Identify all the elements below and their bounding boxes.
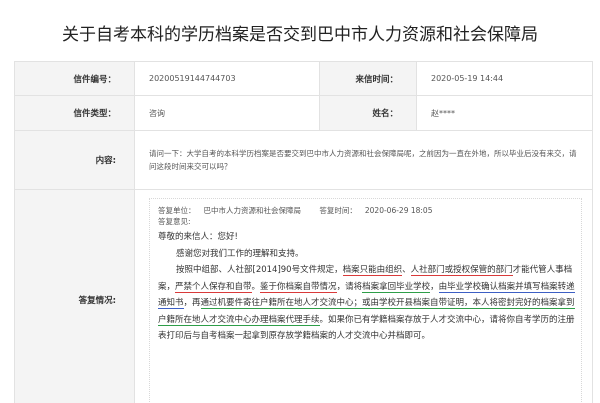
letter-content-cell: 请问一下：大学自考的本科学历档案是否要交到巴中市人力资源和社会保障局呢，之前因为…	[134, 130, 593, 190]
table-row: 答复情况: 答复单位： 巴中市人力资源和社会保障局 答复时间： 2020-06-29…	[14, 189, 593, 403]
reply-time-label: 答复时间：	[319, 206, 357, 215]
letter-info-table: 信件编号： 20200519144744703 来信时间： 2020-05-19…	[14, 61, 593, 403]
reply-time-value: 2020-06-29 18:05	[364, 206, 433, 215]
reply-opinion-label: 答复意见:	[158, 217, 191, 226]
reply-highlight: 档案拿回毕业学校	[362, 281, 431, 293]
reply-thanks: 感谢您对我们工作的理解和支持。	[176, 248, 304, 259]
reply-highlight: 通过机要件寄往户籍所在地人才交流中心	[200, 298, 354, 309]
reply-unit: 答复单位： 巴中市人力资源和社会保障局	[158, 206, 309, 215]
letter-date-label: 来信时间：	[319, 61, 417, 96]
reply-highlight: 人社部门或授权保管的部门	[410, 265, 513, 276]
reply-box: 答复单位： 巴中市人力资源和社会保障局 答复时间： 2020-06-29 18:05…	[149, 198, 582, 403]
reply-text: 。	[251, 281, 261, 292]
table-row: 信件类型： 咨询 姓名： 赵****	[14, 95, 593, 131]
reply-main-paragraph: 按照中组部、人社部[2014]90号文件规定，档案只能由组织、人社部门或授权保管…	[158, 262, 575, 345]
letter-name-label: 姓名：	[319, 95, 417, 131]
reply-unit-value: 巴中市人力资源和社会保障局	[203, 206, 302, 215]
letter-number-value: 20200519144744703	[134, 61, 320, 96]
letter-detail-page: 关于自考本科的学历档案是否交到巴中市人力资源和社会保障局 信件编号： 20200…	[0, 0, 600, 403]
reply-text: ，请将	[336, 281, 363, 292]
reply-meta: 答复单位： 巴中市人力资源和社会保障局 答复时间： 2020-06-29 18:05	[158, 205, 575, 216]
letter-name-value: 赵****	[416, 95, 593, 131]
reply-text: 按照中组部、人社部[2014]90号文件规定，	[176, 265, 343, 275]
table-row: 信件编号： 20200519144744703 来信时间： 2020-05-19…	[14, 61, 593, 96]
table-row: 内容: 请问一下：大学自考的本科学历档案是否要交到巴中市人力资源和社会保障局呢，…	[14, 130, 593, 190]
reply-label: 答复情况:	[14, 189, 135, 403]
reply-text: ，	[430, 281, 439, 292]
letter-type-label: 信件类型：	[14, 95, 135, 131]
reply-highlight: 严禁个人保存和自带	[175, 281, 252, 293]
reply-unit-label: 答复单位：	[158, 206, 196, 215]
letter-type-value: 咨询	[134, 95, 320, 131]
reply-time: 答复时间： 2020-06-29 18:05	[319, 206, 440, 215]
reply-greeting: 尊敬的来信人：您好!	[158, 232, 238, 242]
reply-text: 、	[402, 265, 411, 275]
reply-highlight: 鉴于你档案自带情况	[260, 281, 337, 293]
reply-highlight: 档案只能由组织	[342, 265, 403, 276]
reply-cell: 答复单位： 巴中市人力资源和社会保障局 答复时间： 2020-06-29 18:05…	[134, 189, 593, 403]
letter-content-label: 内容:	[14, 130, 135, 190]
letter-date-value: 2020-05-19 14:44	[416, 61, 593, 96]
letter-number-label: 信件编号：	[14, 61, 135, 96]
page-title: 关于自考本科的学历档案是否交到巴中市人力资源和社会保障局	[62, 25, 538, 45]
reply-text: ，再	[183, 298, 201, 308]
letter-content-text: 请问一下：大学自考的本科学历档案是否要交到巴中市人力资源和社会保障局呢，之前因为…	[149, 149, 577, 171]
reply-body: 尊敬的来信人：您好! 感谢您对我们工作的理解和支持。 按照中组部、人社部[201…	[158, 229, 575, 345]
